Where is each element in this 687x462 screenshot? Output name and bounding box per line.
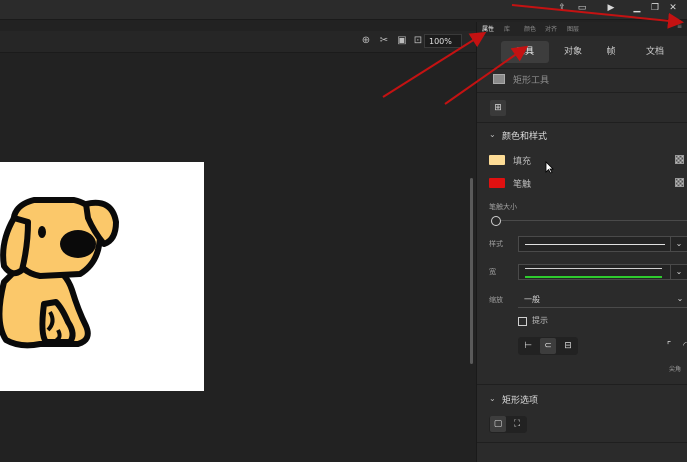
tab-align[interactable]: 对齐 xyxy=(545,24,557,33)
join-round-icon[interactable]: ◜ xyxy=(677,338,687,354)
cap-square-icon[interactable]: ⊟ xyxy=(560,338,576,354)
properties-panel: 属性 库 颜色 对齐 图层 ≡ 工具 对象 帧 文档 矩形工具 ⊞ ⌄ 颜色和样… xyxy=(476,22,687,462)
cap-style-group: ⊢ ⊂ ⊟ xyxy=(518,337,578,355)
scale-label: 缩放 xyxy=(489,296,503,304)
chevron-down-icon: ⌄ xyxy=(670,237,687,251)
chevron-down-icon[interactable]: ⌄ xyxy=(489,394,496,403)
stroke-size-label: 笔触大小 xyxy=(489,203,517,211)
tab-properties[interactable]: 属性 xyxy=(482,24,494,33)
canvas-vertical-scrollbar[interactable] xyxy=(470,178,473,364)
cap-round-icon[interactable]: ⊂ xyxy=(540,338,556,354)
fit-icon[interactable]: ⊡ xyxy=(412,35,424,47)
minimize-icon[interactable]: ▁ xyxy=(628,0,646,15)
chevron-down-icon: ⌄ xyxy=(676,294,684,303)
chevron-down-icon[interactable]: ⌄ xyxy=(489,130,496,139)
separate-corners-icon[interactable]: ⛶ xyxy=(509,416,525,432)
fill-color-swatch[interactable] xyxy=(489,155,505,165)
segment-document[interactable]: 文档 xyxy=(635,41,675,63)
panel-toggle-icon[interactable]: ▭ xyxy=(573,0,591,15)
clip-icon[interactable]: ✂ xyxy=(378,35,390,47)
stroke-color-swatch[interactable] xyxy=(489,178,505,188)
chevron-down-icon: ⌄ xyxy=(670,265,687,279)
tab-color[interactable]: 颜色 xyxy=(524,24,536,33)
canvas-toolbar: ⊕ ✂ ▣ ⊡ 100% xyxy=(0,31,476,53)
stroke-size-slider-handle[interactable] xyxy=(491,216,501,226)
width-label: 宽 xyxy=(489,268,496,276)
segment-object[interactable]: 对象 xyxy=(551,41,595,63)
zoom-input[interactable]: 100% xyxy=(424,34,462,48)
rectangle-tool-icon xyxy=(493,74,505,84)
single-corner-icon[interactable]: ▢ xyxy=(490,416,506,432)
color-section-title: 颜色和样式 xyxy=(502,132,548,142)
stage-artboard[interactable] xyxy=(0,162,204,391)
stroke-style-dropdown[interactable]: ⌄ xyxy=(518,236,687,252)
scale-dropdown[interactable]: 一般 ⌄ xyxy=(518,292,687,308)
stroke-size-slider-track[interactable] xyxy=(501,220,687,221)
fill-none-icon[interactable] xyxy=(675,155,684,164)
scale-value: 一般 xyxy=(524,295,540,304)
hint-checkbox[interactable] xyxy=(518,317,527,326)
tool-option-icon[interactable]: ⊞ xyxy=(490,100,506,116)
join-label: 尖角 xyxy=(669,366,682,373)
dog-illustration[interactable] xyxy=(0,162,204,391)
hint-label: 提示 xyxy=(532,316,548,325)
fill-label: 填充 xyxy=(513,157,532,167)
panel-tab-strip: 属性 库 颜色 对齐 图层 ≡ xyxy=(477,22,687,36)
frame-icon[interactable]: ▣ xyxy=(396,35,408,47)
window-title-bar: ⇪ ▭ ▶ ▁ ❐ ✕ xyxy=(0,0,687,20)
width-profile-dropdown[interactable]: ⌄ xyxy=(518,264,687,280)
close-icon[interactable]: ✕ xyxy=(664,0,682,15)
rect-corner-mode-group: ▢ ⛶ xyxy=(489,416,527,433)
tab-layers[interactable]: 图层 xyxy=(567,24,579,33)
width-profile-preview xyxy=(525,268,662,278)
solid-line-preview xyxy=(525,244,665,245)
play-icon[interactable]: ▶ xyxy=(602,0,620,15)
segment-tool[interactable]: 工具 xyxy=(501,41,549,63)
stroke-label: 笔触 xyxy=(513,180,532,190)
properties-mode-segment: 工具 对象 帧 文档 xyxy=(485,41,685,63)
active-tool-label: 矩形工具 xyxy=(513,76,550,86)
share-icon[interactable]: ⇪ xyxy=(553,0,571,15)
join-miter-icon[interactable]: ⌜ xyxy=(661,338,677,354)
tab-library[interactable]: 库 xyxy=(504,24,510,33)
panel-menu-icon[interactable]: ≡ xyxy=(677,23,682,30)
segment-frame[interactable]: 帧 xyxy=(597,41,625,63)
rect-section-title: 矩形选项 xyxy=(502,396,539,406)
cap-none-icon[interactable]: ⊢ xyxy=(520,338,536,354)
restore-icon[interactable]: ❐ xyxy=(646,0,664,15)
stroke-none-icon[interactable] xyxy=(675,178,684,187)
style-label: 样式 xyxy=(489,240,503,248)
center-stage-icon[interactable]: ⊕ xyxy=(360,35,372,47)
mouse-cursor-icon xyxy=(545,161,554,174)
